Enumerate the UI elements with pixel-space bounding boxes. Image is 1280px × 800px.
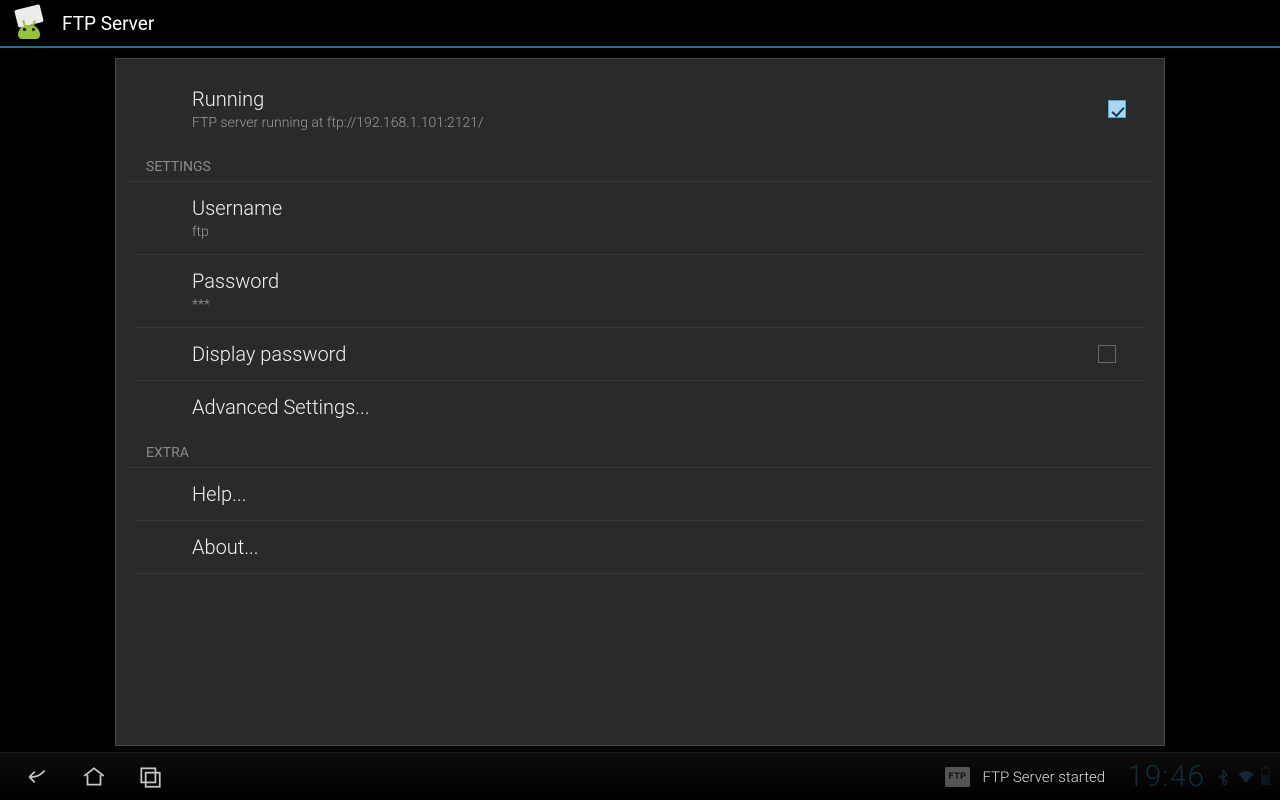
action-bar: FTP Server — [0, 0, 1280, 48]
wifi-icon — [1237, 768, 1255, 786]
section-header-extra: Extra — [126, 433, 1154, 468]
notification-badge-icon: FTP — [945, 767, 971, 787]
username-row[interactable]: Username ftp — [126, 182, 1154, 254]
app-icon — [12, 5, 48, 41]
system-bar: FTP FTP Server started 19:46 — [0, 752, 1280, 800]
password-row[interactable]: Password *** — [126, 255, 1154, 327]
username-title: Username — [192, 196, 1130, 220]
divider — [136, 573, 1144, 574]
running-title: Running — [192, 87, 1108, 111]
help-title: Help... — [192, 482, 1130, 506]
notification-chip[interactable]: FTP FTP Server started — [937, 753, 1118, 800]
notification-text: FTP Server started — [982, 768, 1105, 786]
advanced-settings-title: Advanced Settings... — [192, 395, 1130, 419]
settings-panel: Running FTP server running at ftp://192.… — [115, 58, 1165, 746]
status-icons[interactable] — [1215, 768, 1270, 786]
running-checkbox[interactable] — [1108, 100, 1126, 118]
display-password-checkbox[interactable] — [1098, 345, 1116, 363]
display-password-row[interactable]: Display password — [126, 328, 1154, 380]
section-header-settings: Settings — [126, 147, 1154, 182]
app-title: FTP Server — [62, 12, 154, 35]
password-title: Password — [192, 269, 1130, 293]
battery-icon — [1261, 768, 1270, 785]
running-subtitle: FTP server running at ftp://192.168.1.10… — [192, 115, 1108, 131]
about-row[interactable]: About... — [126, 521, 1154, 573]
bluetooth-icon — [1215, 769, 1231, 785]
clock[interactable]: 19:46 — [1127, 759, 1205, 794]
back-icon[interactable] — [24, 763, 52, 791]
running-row[interactable]: Running FTP server running at ftp://192.… — [116, 59, 1164, 147]
display-password-title: Display password — [192, 342, 1098, 366]
about-title: About... — [192, 535, 1130, 559]
advanced-settings-row[interactable]: Advanced Settings... — [126, 381, 1154, 433]
recent-apps-icon[interactable] — [136, 763, 164, 791]
help-row[interactable]: Help... — [126, 468, 1154, 520]
home-icon[interactable] — [80, 763, 108, 791]
password-value: *** — [192, 297, 1130, 313]
username-value: ftp — [192, 224, 1130, 240]
